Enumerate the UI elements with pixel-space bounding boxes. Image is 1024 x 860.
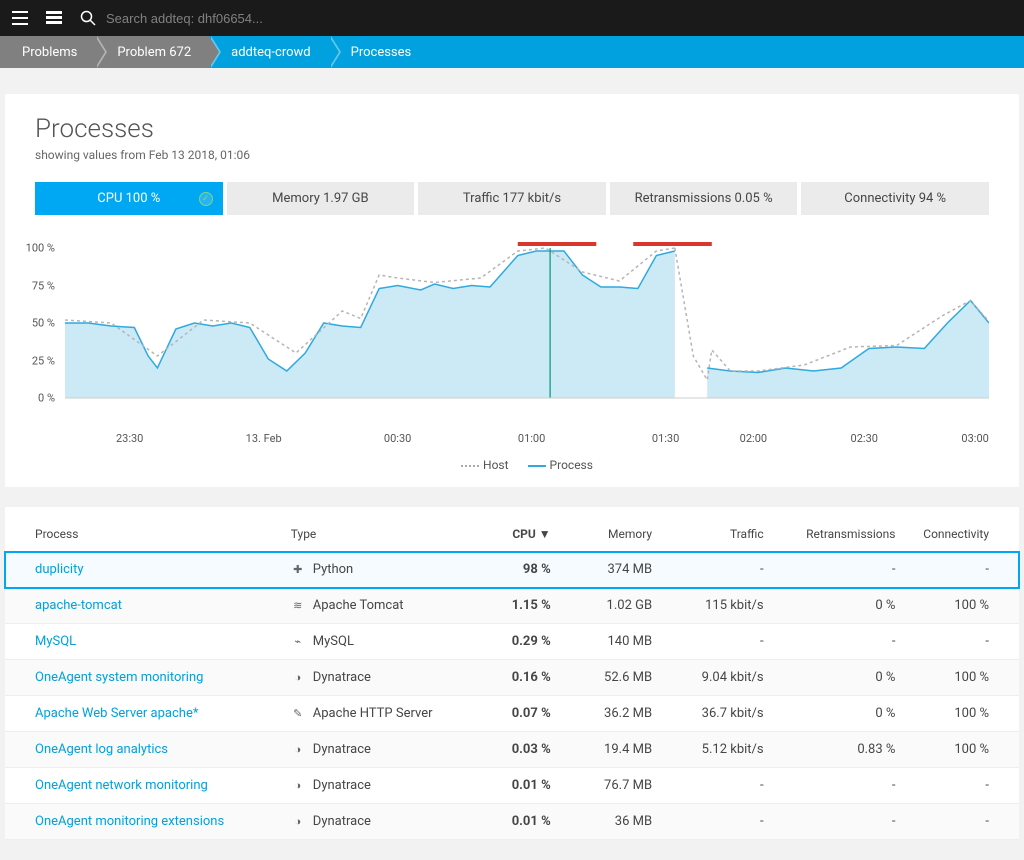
dashboard-icon[interactable] xyxy=(44,8,64,28)
x-tick: 00:30 xyxy=(384,432,411,445)
page-title: Processes xyxy=(35,114,989,144)
process-link[interactable]: duplicity xyxy=(35,562,84,577)
process-table: Process Type CPU ▼ Memory Traffic Retran… xyxy=(5,517,1019,840)
page-subtitle: showing values from Feb 13 2018, 01:06 xyxy=(35,148,989,162)
table-row[interactable]: Apache Web Server apache* ✎Apache HTTP S… xyxy=(5,696,1019,732)
process-link[interactable]: MySQL xyxy=(35,634,76,649)
chart-legend: Host Process xyxy=(65,448,989,472)
y-tick: 100 % xyxy=(15,242,55,255)
type-icon: ◑ xyxy=(291,815,305,828)
col-conn[interactable]: Connectivity xyxy=(907,517,1019,552)
x-tick: 01:30 xyxy=(652,432,679,445)
hamburger-icon[interactable] xyxy=(10,8,30,28)
type-icon: ◑ xyxy=(291,743,305,756)
breadcrumb-item[interactable]: Problems xyxy=(0,36,95,68)
chart-area: 0 % 25 % 50 % 75 % 100 % 23:30 13. Feb 00:30 01… xyxy=(5,233,1019,487)
header-block: Processes showing values from Feb 13 201… xyxy=(5,94,1019,182)
table-row[interactable]: apache-tomcat ≋Apache Tomcat 1.15 % 1.02… xyxy=(5,588,1019,624)
legend-host: Host xyxy=(461,458,509,472)
col-type[interactable]: Type xyxy=(279,517,462,552)
table-row[interactable]: duplicity ✚Python 98 % 374 MB - - - xyxy=(5,552,1019,588)
type-icon: ✎ xyxy=(291,707,305,720)
type-icon: ◑ xyxy=(291,671,305,684)
metric-tabs: CPU 100 %✓Memory 1.97 GBTraffic 177 kbit… xyxy=(5,182,1019,233)
process-link[interactable]: OneAgent log analytics xyxy=(35,742,168,757)
process-link[interactable]: apache-tomcat xyxy=(35,598,122,613)
breadcrumb-item[interactable]: Processes xyxy=(329,36,430,68)
breadcrumb-item[interactable]: Problem 672 xyxy=(95,36,209,68)
x-tick: 02:30 xyxy=(851,432,878,445)
col-process[interactable]: Process xyxy=(5,517,279,552)
topbar xyxy=(0,0,1024,36)
check-icon: ✓ xyxy=(199,192,213,206)
col-retrans[interactable]: Retransmissions xyxy=(776,517,908,552)
col-traffic[interactable]: Traffic xyxy=(664,517,776,552)
metric-tab[interactable]: Memory 1.97 GB xyxy=(227,182,415,215)
table-row[interactable]: OneAgent log analytics ◑Dynatrace 0.03 %… xyxy=(5,732,1019,768)
type-icon: ✚ xyxy=(291,563,305,576)
x-tick: 02:00 xyxy=(740,432,767,445)
table-row[interactable]: OneAgent monitoring extensions ◑Dynatrac… xyxy=(5,804,1019,840)
process-link[interactable]: Apache Web Server apache* xyxy=(35,706,198,721)
col-memory[interactable]: Memory xyxy=(563,517,664,552)
y-tick: 75 % xyxy=(15,279,55,292)
table-row[interactable]: MySQL ⌁MySQL 0.29 % 140 MB - - - xyxy=(5,624,1019,660)
y-tick: 50 % xyxy=(15,317,55,330)
search-box xyxy=(78,8,1014,28)
x-tick: 01:00 xyxy=(518,432,545,445)
type-icon: ⌁ xyxy=(291,635,305,648)
x-tick: 03:00 xyxy=(961,432,988,445)
metric-tab[interactable]: Retransmissions 0.05 % xyxy=(610,182,798,215)
x-tick: 13. Feb xyxy=(246,432,282,445)
table-row[interactable]: OneAgent system monitoring ◑Dynatrace 0.… xyxy=(5,660,1019,696)
y-tick: 25 % xyxy=(15,354,55,367)
legend-process: Process xyxy=(528,458,593,472)
breadcrumb: ProblemsProblem 672addteq-crowdProcesses xyxy=(0,36,1024,68)
process-link[interactable]: OneAgent network monitoring xyxy=(35,778,208,793)
table-row[interactable]: OneAgent network monitoring ◑Dynatrace 0… xyxy=(5,768,1019,804)
search-input[interactable] xyxy=(106,11,366,26)
type-icon: ≋ xyxy=(291,599,305,612)
breadcrumb-item[interactable]: addteq-crowd xyxy=(209,36,328,68)
search-icon[interactable] xyxy=(78,8,98,28)
y-tick: 0 % xyxy=(15,392,55,405)
metric-tab[interactable]: CPU 100 %✓ xyxy=(35,182,223,215)
process-link[interactable]: OneAgent monitoring extensions xyxy=(35,814,224,829)
metric-tab[interactable]: Traffic 177 kbit/s xyxy=(418,182,606,215)
process-link[interactable]: OneAgent system monitoring xyxy=(35,670,203,685)
x-tick: 23:30 xyxy=(116,432,143,445)
metric-tab[interactable]: Connectivity 94 % xyxy=(801,182,989,215)
col-cpu[interactable]: CPU ▼ xyxy=(461,517,562,552)
type-icon: ◑ xyxy=(291,779,305,792)
